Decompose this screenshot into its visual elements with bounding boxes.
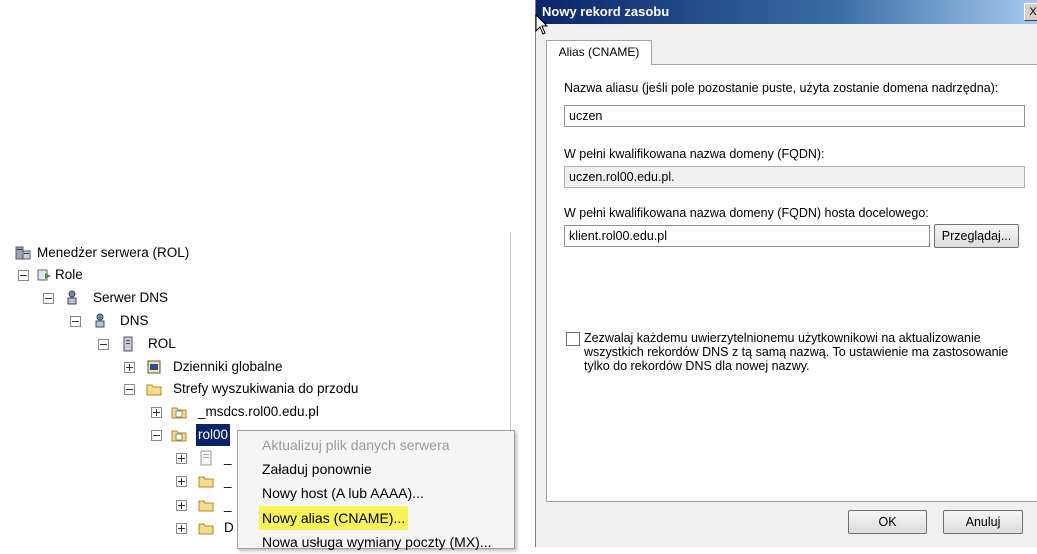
- target-fqdn-input[interactable]: klient.rol00.edu.pl: [564, 225, 930, 247]
- tree-item-label: Serwer DNS: [93, 290, 169, 305]
- tree-item-msdcs-zone[interactable]: _msdcs.rol00.edu.pl: [151, 401, 511, 423]
- target-fqdn-label: W pełni kwalifikowana nazwa domeny (FQDN…: [564, 206, 929, 220]
- server-manager-tree: Menedżer serwera (ROL) Role Serwer DNS D…: [0, 0, 535, 550]
- collapse-toggle[interactable]: [43, 293, 54, 304]
- expand-toggle[interactable]: [176, 500, 187, 511]
- tree-item-label: Dzienniki globalne: [173, 359, 283, 374]
- allow-update-checkbox[interactable]: [566, 332, 580, 346]
- selected-zone-label: rol00: [196, 424, 231, 446]
- server-icon: [123, 336, 133, 352]
- tree-item-label: ROL: [148, 336, 176, 351]
- tree-item-forward-zones[interactable]: Strefy wyszukiwania do przodu: [124, 378, 524, 400]
- tree-item-child[interactable]: _: [176, 494, 236, 516]
- menu-item-reload[interactable]: Załaduj ponownie: [262, 457, 372, 481]
- tree-item-label: Role: [55, 267, 83, 282]
- collapse-toggle[interactable]: [98, 339, 109, 350]
- tree-item-label: _msdcs.rol00.edu.pl: [198, 404, 319, 419]
- expand-toggle[interactable]: [176, 476, 187, 487]
- browse-button[interactable]: Przeglądaj...: [934, 224, 1019, 248]
- tab-panel: Nazwa aliasu (jeśli pole pozostanie pust…: [546, 64, 1037, 502]
- menu-item-update-data-file[interactable]: Aktualizuj plik danych serwera: [262, 433, 450, 457]
- tree-item-child[interactable]: _: [176, 470, 236, 492]
- expand-toggle[interactable]: [124, 362, 135, 373]
- folder-icon: [198, 523, 214, 535]
- zone-icon: [171, 430, 187, 442]
- tree-item-child[interactable]: D: [176, 517, 236, 539]
- fqdn-field: uczen.rol00.edu.pl.: [564, 166, 1025, 188]
- tab-alias-cname[interactable]: Alias (CNAME): [546, 40, 652, 65]
- expand-toggle[interactable]: [176, 453, 187, 464]
- tree-item-label: _: [224, 450, 232, 465]
- roles-icon: [37, 269, 51, 281]
- dialog-titlebar[interactable]: Nowy rekord zasobu X: [536, 0, 1037, 24]
- menu-item-new-mx[interactable]: Nowa usługa wymiany poczty (MX)...: [262, 530, 492, 554]
- logs-icon: [147, 360, 161, 374]
- collapse-toggle[interactable]: [124, 384, 135, 395]
- context-menu: Aktualizuj plik danych serwera Załaduj p…: [237, 430, 515, 550]
- tree-item-child[interactable]: _: [176, 447, 236, 469]
- folder-icon: [198, 500, 214, 512]
- tree-item-dns-server[interactable]: Serwer DNS: [43, 287, 443, 309]
- tree-item-server-manager[interactable]: Menedżer serwera (ROL): [15, 242, 415, 264]
- tree-item-global-logs[interactable]: Dzienniki globalne: [124, 356, 524, 378]
- record-icon: [200, 450, 212, 466]
- alias-name-input[interactable]: uczen: [564, 105, 1025, 127]
- close-icon[interactable]: X: [1024, 3, 1037, 21]
- tree-item-label: D: [224, 520, 234, 535]
- collapse-toggle[interactable]: [151, 430, 162, 441]
- tree-item-label: _: [224, 473, 232, 488]
- folder-icon: [146, 384, 162, 396]
- collapse-toggle[interactable]: [70, 316, 81, 327]
- tree-item-label: DNS: [120, 313, 149, 328]
- tree-item-label: _: [224, 497, 232, 512]
- fqdn-label: W pełni kwalifikowana nazwa domeny (FQDN…: [564, 147, 825, 161]
- ok-button[interactable]: OK: [848, 510, 927, 534]
- mouse-cursor-icon: [535, 14, 549, 35]
- allow-update-label: Zezwalaj każdemu uwierzytelnionemu użytk…: [584, 331, 1009, 373]
- zone-icon: [171, 407, 187, 419]
- expand-toggle[interactable]: [176, 523, 187, 534]
- tree-item-label: Strefy wyszukiwania do przodu: [173, 381, 359, 396]
- new-resource-record-dialog: Nowy rekord zasobu X Alias (CNAME) Nazwa…: [535, 0, 1037, 547]
- menu-item-new-host[interactable]: Nowy host (A lub AAAA)...: [262, 481, 424, 505]
- folder-icon: [198, 476, 214, 488]
- tree-item-rol[interactable]: ROL: [98, 333, 498, 355]
- alias-name-label: Nazwa aliasu (jeśli pole pozostanie pust…: [564, 81, 999, 95]
- expand-toggle[interactable]: [151, 407, 162, 418]
- menu-item-new-alias[interactable]: Nowy alias (CNAME)...: [259, 506, 409, 530]
- dns-icon: [95, 313, 105, 328]
- dialog-title: Nowy rekord zasobu: [542, 4, 670, 19]
- dns-server-icon: [67, 290, 77, 305]
- tree-item-role[interactable]: Role: [15, 264, 415, 286]
- server-manager-icon: [15, 246, 31, 260]
- tree-item-dns[interactable]: DNS: [70, 310, 470, 332]
- collapse-toggle[interactable]: [18, 270, 29, 281]
- tree-item-label: Menedżer serwera (ROL): [37, 245, 190, 260]
- cancel-button[interactable]: Anuluj: [943, 510, 1023, 534]
